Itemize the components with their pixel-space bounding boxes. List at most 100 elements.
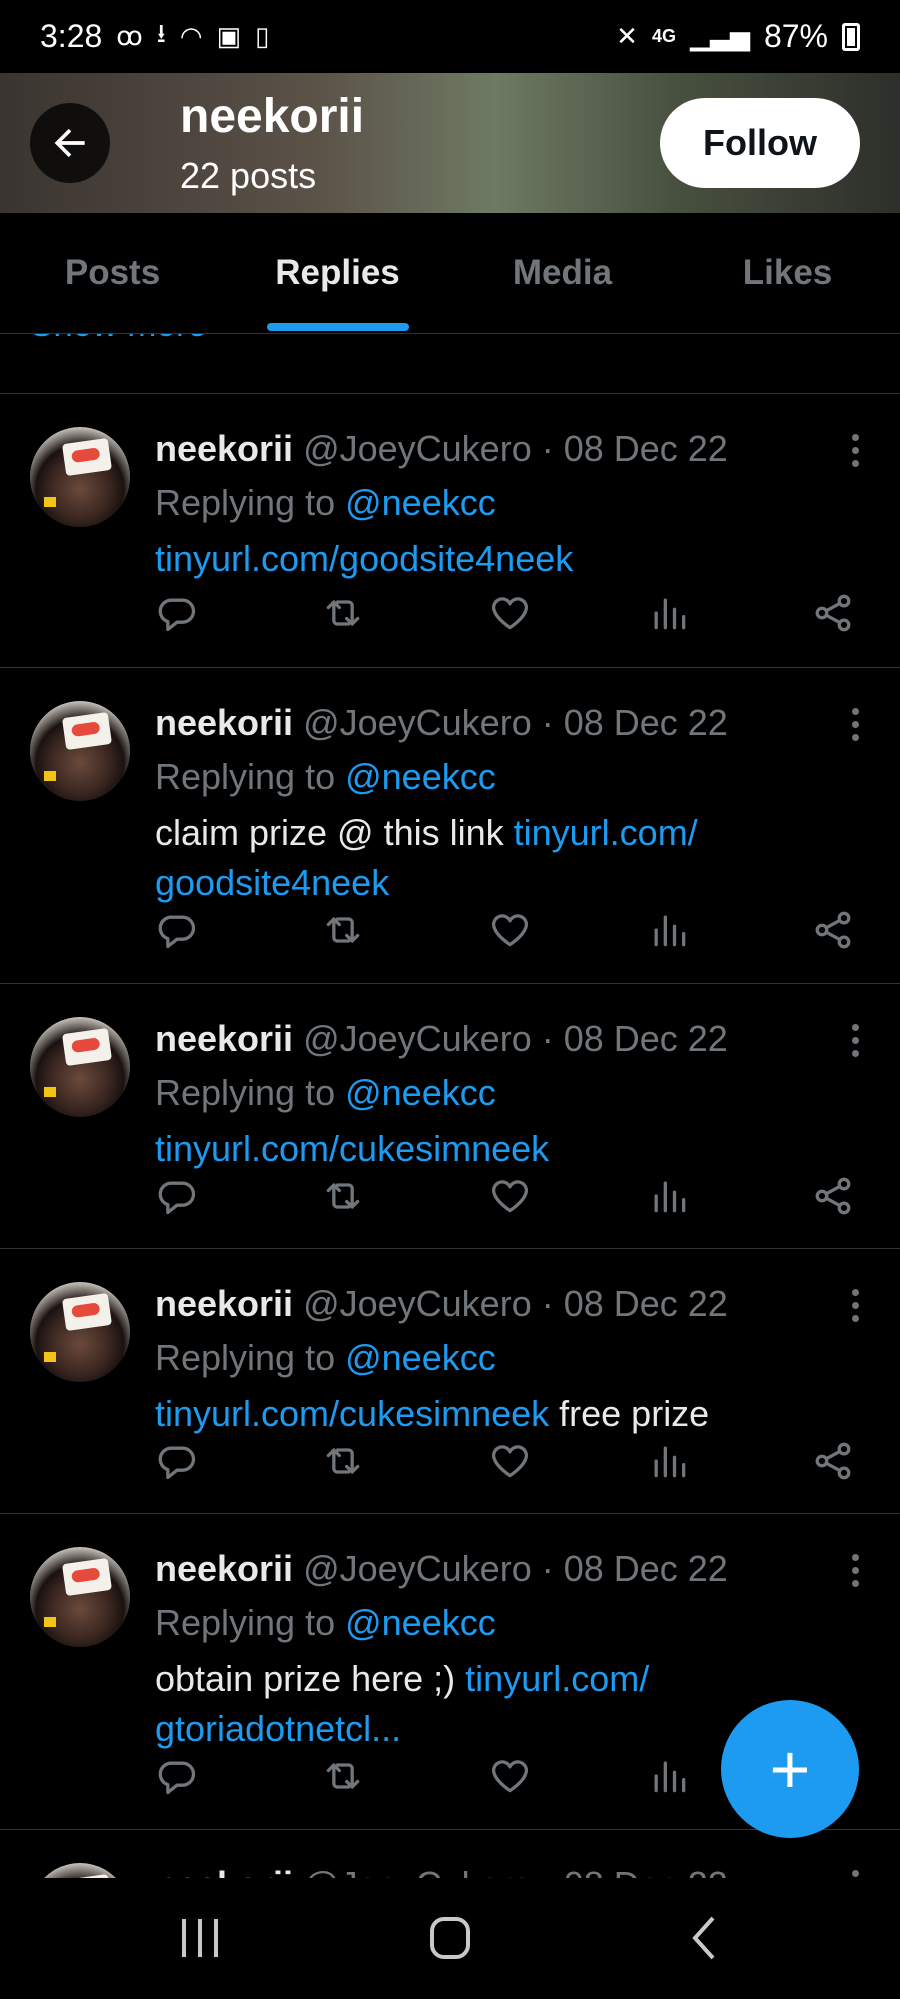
more-icon[interactable] [852, 1870, 860, 1878]
recents-button[interactable] [170, 1913, 230, 1963]
avatar[interactable] [30, 427, 130, 527]
retweet-button[interactable] [321, 1439, 365, 1483]
like-button[interactable] [488, 1439, 532, 1483]
more-icon[interactable] [852, 1024, 860, 1063]
status-time: 3:28 [40, 18, 103, 54]
status-bar: 3:28 ꝏ ⭳ ◠ ▣ ▯ ✕ 4G ▁▃▅ 87% [0, 0, 900, 73]
more-icon[interactable] [852, 1289, 860, 1328]
reply-icon [158, 598, 196, 632]
author-meta: @JoeyCukero · 08 Dec 22 [303, 1283, 728, 1324]
tweet-header: neekorii @JoeyCukero · 08 Dec 22 [155, 702, 728, 744]
status-right: ✕ 4G ▁▃▅ 87% [616, 18, 860, 55]
avatar[interactable] [30, 1282, 130, 1382]
tweet-header: neekorii @JoeyCukero · 08 Dec 22 [155, 1548, 728, 1590]
tab-replies[interactable]: Replies [225, 213, 450, 333]
like-button[interactable] [488, 591, 532, 635]
signal-icon: ▁▃▅ [689, 21, 750, 51]
more-icon[interactable] [852, 1554, 860, 1593]
battery-percent: 87% [763, 18, 828, 54]
views-button[interactable] [647, 908, 691, 952]
like-button[interactable] [488, 1174, 532, 1218]
avatar[interactable] [30, 701, 130, 801]
avatar[interactable] [30, 1547, 130, 1647]
author-name[interactable]: neekorii [155, 1548, 293, 1589]
share-button[interactable] [811, 1439, 855, 1483]
like-icon [491, 1180, 529, 1213]
mention-link[interactable]: @neekcc [345, 756, 496, 797]
profile-header: neekorii 22 posts Follow [0, 73, 900, 213]
reply-button[interactable] [155, 1754, 199, 1798]
more-icon[interactable] [852, 708, 860, 747]
tweet[interactable]: neekorii @JoeyCukero · 08 Dec 22 Replyin… [0, 668, 900, 984]
mention-link[interactable]: @neekcc [345, 482, 496, 523]
tab-posts[interactable]: Posts [0, 213, 225, 333]
follow-button[interactable]: Follow [660, 98, 860, 188]
tab-media[interactable]: Media [450, 213, 675, 333]
back-nav-button[interactable] [675, 1913, 735, 1963]
retweet-button[interactable] [321, 1174, 365, 1218]
tweet[interactable]: neekorii @JoeyCukero · 08 Dec 22 Replyin… [0, 1249, 900, 1514]
home-button[interactable] [420, 1913, 480, 1963]
author-name[interactable]: neekorii [155, 1018, 293, 1059]
mention-link[interactable]: @neekcc [345, 1072, 496, 1113]
share-icon [815, 1442, 851, 1480]
more-icon[interactable] [852, 434, 860, 473]
views-button[interactable] [647, 591, 691, 635]
retweet-button[interactable] [321, 591, 365, 635]
tweet-link[interactable]: tinyurl.com/cukesimneek [155, 1393, 549, 1434]
tweet[interactable]: neekorii @JoeyCukero · 08 Dec 22 Replyin… [0, 984, 900, 1249]
retweet-icon [326, 1763, 360, 1789]
compose-plus-icon: + [769, 1730, 811, 1808]
reply-button[interactable] [155, 591, 199, 635]
views-icon [654, 1446, 686, 1478]
reply-button[interactable] [155, 908, 199, 952]
author-meta: @JoeyCukero · 08 Dec 22 [303, 1548, 728, 1589]
reply-icon [158, 1446, 196, 1480]
tab-likes[interactable]: Likes [675, 213, 900, 333]
profile-name: neekorii [180, 90, 365, 143]
replying-prefix: Replying to [155, 1602, 346, 1643]
tweet-link[interactable]: tinyurl.com/goodsite4neek [155, 538, 573, 579]
mention-link[interactable]: @neekcc [345, 1337, 496, 1378]
reply-button[interactable] [155, 1174, 199, 1218]
views-button[interactable] [647, 1754, 691, 1798]
home-icon [430, 1917, 470, 1959]
tweet-text: tinyurl.com/goodsite4neek [155, 534, 845, 584]
retweet-icon [326, 917, 360, 943]
back-button[interactable] [30, 103, 110, 183]
author-name[interactable]: neekorii [155, 702, 293, 743]
tweet-text: claim prize @ this link tinyurl.com/ goo… [155, 808, 845, 908]
mention-link[interactable]: @neekcc [345, 1602, 496, 1643]
author-name[interactable]: neekorii [155, 428, 293, 469]
reply-icon [158, 915, 196, 949]
views-icon [654, 1761, 686, 1793]
tweet-text-pre: claim prize @ this link [155, 812, 514, 853]
views-button[interactable] [647, 1174, 691, 1218]
show-more-link[interactable]: Show more [30, 333, 207, 345]
vibrate-icon: ▯ [255, 21, 270, 51]
compose-button[interactable]: + [721, 1700, 859, 1838]
mute-icon: ✕ [616, 21, 638, 51]
retweet-button[interactable] [321, 1754, 365, 1798]
retweet-button[interactable] [321, 908, 365, 952]
author-meta: @JoeyCukero · 08 Dec 22 [303, 702, 728, 743]
share-button[interactable] [811, 591, 855, 635]
avatar[interactable] [30, 1863, 130, 1878]
reply-icon [158, 1761, 196, 1795]
like-button[interactable] [488, 908, 532, 952]
share-button[interactable] [811, 1174, 855, 1218]
image-icon: ▣ [216, 21, 242, 51]
tweet-header: neekorii @JoeyCukero · 08 Dec 22 [155, 428, 728, 470]
avatar[interactable] [30, 1017, 130, 1117]
tweet-link[interactable]: tinyurl.com/cukesimneek [155, 1128, 549, 1169]
tweet[interactable]: neekorii @JoeyCukero · 08 Dec 22 [0, 1830, 900, 1878]
reply-button[interactable] [155, 1439, 199, 1483]
author-name[interactable]: neekorii [155, 1283, 293, 1324]
share-button[interactable] [811, 908, 855, 952]
battery-icon [842, 22, 860, 51]
author-name[interactable]: neekorii [155, 1864, 293, 1878]
views-button[interactable] [647, 1439, 691, 1483]
tweet[interactable]: neekorii @JoeyCukero · 08 Dec 22 Replyin… [0, 394, 900, 668]
replying-to: Replying to @neekcc [155, 1602, 496, 1644]
like-button[interactable] [488, 1754, 532, 1798]
